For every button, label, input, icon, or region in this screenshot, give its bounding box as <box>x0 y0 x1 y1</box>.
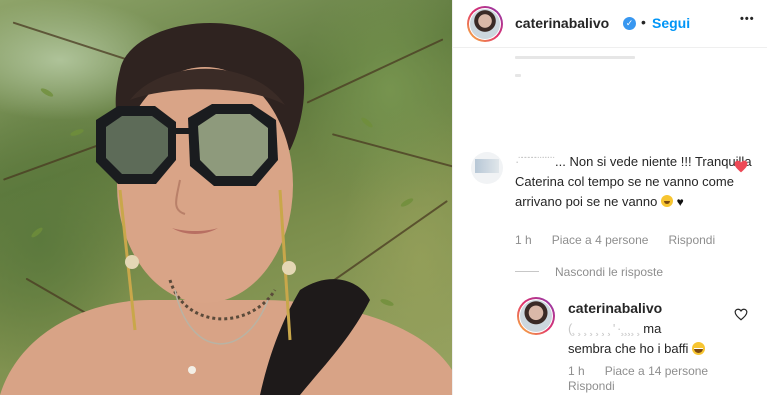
comment-text: ... Non si vede niente !!! Tranquilla Ca… <box>515 154 752 209</box>
comment-like-heart-icon[interactable] <box>734 160 748 173</box>
reply-time[interactable]: 1 h <box>568 364 585 378</box>
follow-button[interactable]: Segui <box>652 15 690 31</box>
reply-likes-count[interactable]: Piace a 14 persone <box>605 364 708 378</box>
comment-time[interactable]: 1 h <box>515 233 532 247</box>
smiling-face-emoji-icon <box>661 195 673 207</box>
reply-body: caterinabalivo (¸ ¸ ¸ ¸ ¸ ¸ ¸ ' ·¸¸¸¸ ¸ … <box>568 298 748 359</box>
comment-reply-button[interactable]: Rispondi <box>668 233 715 247</box>
reply-mention[interactable]: (¸ ¸ ¸ ¸ ¸ ¸ ¸ ' ·¸¸¸¸ ¸ <box>568 321 641 336</box>
reply-author-avatar[interactable] <box>517 297 555 335</box>
comment-likes-count[interactable]: Piace a 4 persone <box>552 233 649 247</box>
author-username[interactable]: caterinabalivo <box>515 15 609 31</box>
reply-text-line2: sembra che ho i baffi <box>568 341 689 356</box>
post-header: caterinabalivo ✓ • Segui ••• <box>453 0 767 48</box>
commenter-username[interactable]: ·¨¨¨¨¨¨ ̈ ̈ ̈ ̈ ̈ <box>515 154 552 169</box>
separator-dot: • <box>641 14 646 30</box>
comment-body: ·¨¨¨¨¨¨ ̈ ̈ ̈ ̈ ̈ ... Non si vede niente… <box>515 152 755 212</box>
reply-meta: 1 h Piace a 14 persone Rispondi <box>568 364 708 394</box>
verified-badge-icon: ✓ <box>623 17 636 30</box>
faded-content <box>515 56 635 59</box>
post-photo[interactable] <box>0 0 452 395</box>
commenter-avatar[interactable] <box>471 152 503 184</box>
reply-text-line1: ma <box>643 321 662 336</box>
hide-replies-line <box>515 271 539 272</box>
black-heart-emoji-icon: ♥ <box>676 195 684 209</box>
comments-panel: caterinabalivo ✓ • Segui ••• ·¨¨¨¨¨¨ ̈ ̈… <box>452 0 767 395</box>
reply-like-heart-icon[interactable] <box>734 308 748 321</box>
more-options-icon[interactable]: ••• <box>740 13 755 25</box>
hide-replies-button[interactable]: Nascondi le risposte <box>555 265 663 279</box>
laughing-face-emoji-icon <box>692 342 706 355</box>
woman-portrait <box>0 22 452 395</box>
author-avatar[interactable] <box>467 6 503 42</box>
reply-reply-button[interactable]: Rispondi <box>568 379 615 393</box>
faded-content <box>515 74 521 77</box>
comment-meta: 1 h Piace a 4 persone Rispondi <box>515 233 715 247</box>
reply-username[interactable]: caterinabalivo <box>568 300 662 316</box>
